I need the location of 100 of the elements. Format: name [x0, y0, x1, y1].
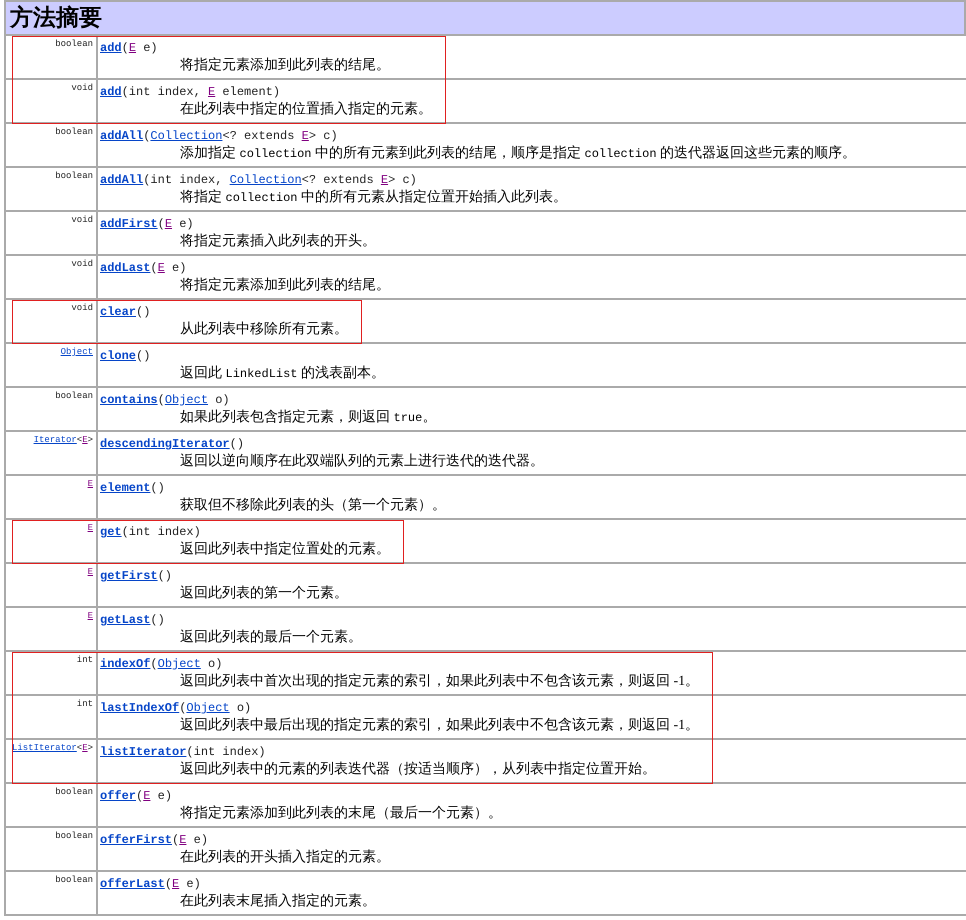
signature-text: o): [236, 700, 252, 716]
method-link[interactable]: lastIndexOf: [100, 700, 180, 716]
return-type: void: [71, 302, 93, 315]
return-type: boolean: [55, 126, 93, 139]
signature-text: (: [179, 700, 186, 716]
signature-text: e): [192, 832, 208, 848]
type-link[interactable]: ListIterator: [12, 742, 77, 756]
method-description: 将指定元素添加到此列表的结尾。: [179, 276, 390, 295]
method-link[interactable]: descendingIterator: [100, 436, 230, 452]
signature-text: > c): [388, 172, 417, 188]
signature-text: element): [221, 84, 280, 100]
type-link[interactable]: E: [88, 610, 93, 624]
signature-text: (: [158, 392, 165, 408]
return-type: >: [88, 742, 93, 755]
signature-text: e): [178, 216, 194, 232]
return-type: boolean: [55, 170, 93, 183]
method-description: 返回以逆向顺序在此双端队列的元素上进行迭代的迭代器。: [179, 452, 544, 471]
type-link[interactable]: Collection: [150, 128, 222, 144]
method-link[interactable]: addAll: [100, 128, 144, 144]
type-link[interactable]: E: [179, 832, 186, 848]
return-type: boolean: [55, 830, 93, 843]
type-link[interactable]: E: [302, 128, 309, 144]
signature-text: (: [172, 832, 180, 848]
method-link[interactable]: clear: [100, 304, 136, 320]
type-link[interactable]: E: [164, 216, 172, 232]
type-link[interactable]: E: [208, 84, 216, 100]
return-type: <: [76, 434, 82, 447]
method-description: 返回此列表中首次出现的指定元素的索引，如果此列表中不包含该元素，则返回 -1。: [179, 672, 700, 691]
signature-text: e): [171, 260, 186, 276]
signature-text: (int index,: [143, 172, 224, 188]
type-link[interactable]: E: [82, 742, 88, 756]
method-description: 将指定元素插入此列表的开头。: [179, 232, 376, 251]
method-description: 获取但不移除此列表的头（第一个元素）。: [179, 496, 446, 515]
method-link[interactable]: add: [100, 84, 122, 100]
method-link[interactable]: listIterator: [100, 744, 186, 760]
signature-text: (int index,: [122, 84, 202, 100]
method-link[interactable]: addLast: [100, 260, 150, 276]
signature-text: (: [122, 40, 129, 56]
signature-text: > c): [308, 128, 338, 144]
type-link[interactable]: Object: [60, 346, 93, 360]
method-description: 将指定 collection 中的所有元素从指定位置开始插入此列表。: [179, 188, 568, 207]
type-link[interactable]: E: [88, 566, 93, 580]
type-link[interactable]: E: [380, 172, 388, 188]
signature-text: (): [150, 480, 165, 496]
method-description: 返回此列表中最后出现的指定元素的索引，如果此列表中不包含该元素，则返回 -1。: [179, 716, 700, 735]
type-link[interactable]: Iterator: [34, 434, 77, 448]
signature-text: (int index): [122, 524, 201, 540]
method-description: 在此列表中指定的位置插入指定的元素。: [179, 100, 432, 119]
method-link[interactable]: addAll: [100, 172, 144, 188]
method-link[interactable]: getLast: [100, 612, 150, 628]
method-description: 在此列表末尾插入指定的元素。: [179, 892, 376, 911]
signature-text: e): [142, 40, 158, 56]
signature-text: <? extends: [302, 172, 375, 188]
method-description: 在此列表的开头插入指定的元素。: [179, 848, 390, 867]
type-link[interactable]: Collection: [230, 172, 302, 188]
type-link[interactable]: Object: [158, 656, 201, 672]
section-header: 方法摘要: [4, 0, 966, 36]
return-type: void: [71, 82, 93, 95]
return-type: int: [76, 654, 93, 667]
method-link[interactable]: clone: [100, 348, 136, 364]
method-description: 返回此列表中指定位置处的元素。: [179, 540, 390, 559]
type-link[interactable]: E: [172, 876, 180, 892]
type-link[interactable]: Object: [186, 700, 230, 716]
signature-text: (: [150, 260, 158, 276]
return-type: void: [71, 258, 93, 271]
method-link[interactable]: offerLast: [100, 876, 165, 892]
return-type: boolean: [55, 390, 93, 403]
signature-text: (): [150, 612, 165, 628]
return-type: int: [76, 698, 93, 711]
signature-text: (: [158, 216, 165, 232]
signature-text: (): [158, 568, 172, 584]
method-link[interactable]: contains: [100, 392, 158, 408]
method-link[interactable]: indexOf: [100, 656, 150, 672]
method-description: 返回此列表的第一个元素。: [179, 584, 348, 603]
method-link[interactable]: offer: [100, 788, 136, 804]
signature-text: (: [136, 788, 144, 804]
method-link[interactable]: addFirst: [100, 216, 158, 232]
signature-text: (): [230, 436, 244, 452]
method-link[interactable]: add: [100, 40, 122, 56]
signature-text: <? extends: [222, 128, 296, 144]
type-link[interactable]: E: [88, 522, 93, 536]
method-link[interactable]: element: [100, 480, 150, 496]
method-description: 将指定元素添加到此列表的末尾（最后一个元素）。: [179, 804, 502, 823]
method-link[interactable]: getFirst: [100, 568, 158, 584]
signature-text: (int index): [186, 744, 266, 760]
method-description: 返回此列表中的元素的列表迭代器（按适当顺序），从列表中指定位置开始。: [179, 760, 657, 779]
method-description: 添加指定 collection 中的所有元素到此列表的结尾，顺序是指定 collection 的迭代器返回这些元素的顺序。: [179, 144, 856, 163]
type-link[interactable]: Object: [164, 392, 208, 408]
return-type: boolean: [55, 874, 93, 887]
type-link[interactable]: E: [158, 260, 165, 276]
signature-text: (: [143, 128, 150, 144]
signature-text: e): [156, 788, 172, 804]
type-link[interactable]: E: [128, 40, 136, 56]
type-link[interactable]: E: [143, 788, 150, 804]
method-link[interactable]: get: [100, 524, 122, 540]
method-link[interactable]: offerFirst: [100, 832, 172, 848]
method-description: 返回此 LinkedList 的浅表副本。: [179, 364, 386, 383]
type-link[interactable]: E: [88, 478, 93, 492]
type-link[interactable]: E: [82, 434, 88, 448]
signature-text: (: [164, 876, 172, 892]
